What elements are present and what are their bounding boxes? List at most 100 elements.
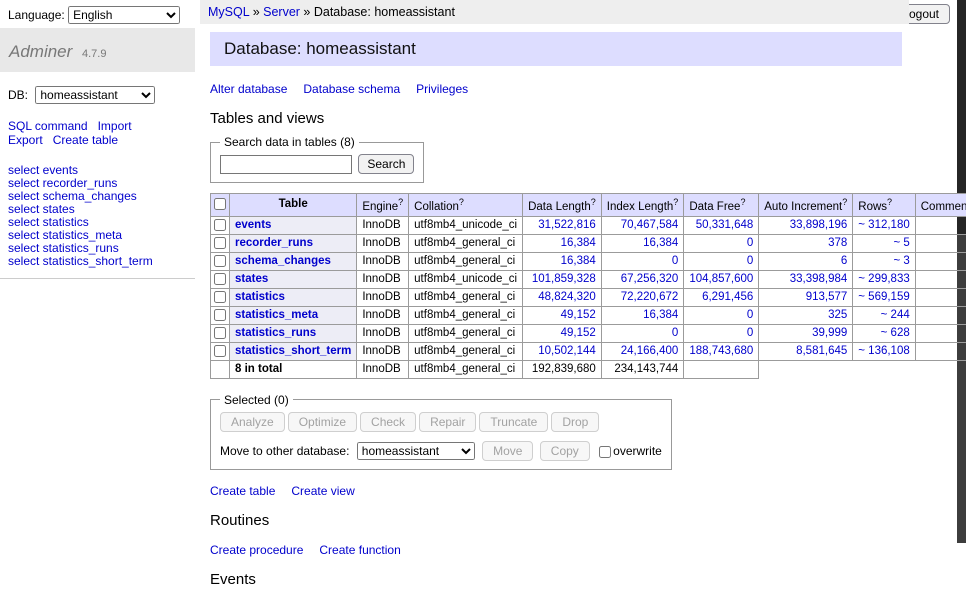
data-length-link[interactable]: 16,384 bbox=[561, 237, 596, 249]
row-checkbox[interactable] bbox=[214, 327, 226, 339]
row-checkbox[interactable] bbox=[214, 255, 226, 267]
engine-cell: InnoDB bbox=[357, 234, 409, 252]
column-header: Data Length? bbox=[523, 194, 602, 217]
table-name-link[interactable]: states bbox=[235, 273, 268, 285]
data-free-link[interactable]: 104,857,600 bbox=[689, 273, 753, 285]
data-free-link[interactable]: 188,743,680 bbox=[689, 345, 753, 357]
row-checkbox[interactable] bbox=[214, 291, 226, 303]
data-free-link[interactable]: 50,331,648 bbox=[696, 219, 754, 231]
index-length-link[interactable]: 16,384 bbox=[643, 309, 678, 321]
select-all-checkbox[interactable] bbox=[214, 198, 226, 210]
search-input[interactable] bbox=[220, 155, 352, 174]
check-button[interactable]: Check bbox=[360, 412, 416, 432]
rows-link[interactable]: ~ 3 bbox=[893, 255, 909, 267]
routine-link[interactable]: Create procedure bbox=[210, 543, 303, 557]
table-name-cell: statistics_short_term bbox=[230, 342, 357, 360]
data-free-link[interactable]: 0 bbox=[747, 237, 753, 249]
index-length-link[interactable]: 67,256,320 bbox=[621, 273, 679, 285]
breadcrumb-item[interactable]: MySQL bbox=[208, 5, 249, 19]
sidebar-link[interactable]: Create table bbox=[53, 133, 118, 147]
db-select[interactable]: homeassistant bbox=[35, 86, 155, 104]
rows-link[interactable]: ~ 136,108 bbox=[858, 345, 909, 357]
help-icon[interactable]: ? bbox=[887, 197, 892, 207]
routine-link[interactable]: Create function bbox=[319, 543, 400, 557]
auto-increment-link[interactable]: 913,577 bbox=[806, 291, 848, 303]
auto-increment-link[interactable]: 325 bbox=[828, 309, 847, 321]
optimize-button[interactable]: Optimize bbox=[288, 412, 357, 432]
rows-link[interactable]: ~ 244 bbox=[881, 309, 910, 321]
auto-increment-link[interactable]: 8,581,645 bbox=[796, 345, 847, 357]
sidebar-table-link[interactable]: select statistics_short_term bbox=[8, 255, 187, 268]
table-name-link[interactable]: statistics bbox=[235, 291, 285, 303]
search-button[interactable]: Search bbox=[358, 154, 414, 174]
index-length-link[interactable]: 72,220,672 bbox=[621, 291, 679, 303]
table-name-link[interactable]: statistics_runs bbox=[235, 327, 316, 339]
sidebar-divider bbox=[0, 278, 195, 279]
auto-increment-link[interactable]: 33,398,984 bbox=[790, 273, 848, 285]
index-length-link[interactable]: 70,467,584 bbox=[621, 219, 679, 231]
help-icon[interactable]: ? bbox=[459, 197, 464, 207]
table-name-link[interactable]: events bbox=[235, 219, 271, 231]
overwrite-checkbox[interactable] bbox=[599, 446, 611, 458]
table-name-link[interactable]: schema_changes bbox=[235, 255, 331, 267]
db-action-link[interactable]: Alter database bbox=[210, 82, 287, 96]
index-length-link[interactable]: 16,384 bbox=[643, 237, 678, 249]
data-free-link[interactable]: 0 bbox=[747, 309, 753, 321]
repair-button[interactable]: Repair bbox=[419, 412, 476, 432]
engine-cell: InnoDB bbox=[357, 342, 409, 360]
move-button[interactable]: Move bbox=[482, 441, 533, 461]
app-name[interactable]: Adminer bbox=[9, 42, 72, 61]
data-length-link[interactable]: 101,859,328 bbox=[532, 273, 596, 285]
breadcrumb-item[interactable]: Server bbox=[263, 5, 300, 19]
data-length-link[interactable]: 49,152 bbox=[561, 327, 596, 339]
data-free-link[interactable]: 0 bbox=[747, 327, 753, 339]
move-db-select[interactable]: homeassistant bbox=[357, 442, 475, 460]
data-free-link[interactable]: 6,291,456 bbox=[702, 291, 753, 303]
index-length-link[interactable]: 0 bbox=[672, 327, 678, 339]
auto-increment-link[interactable]: 39,999 bbox=[812, 327, 847, 339]
table-name-link[interactable]: statistics_short_term bbox=[235, 345, 351, 357]
sidebar-link[interactable]: SQL command bbox=[8, 119, 88, 133]
rows-link[interactable]: ~ 5 bbox=[893, 237, 909, 249]
table-name-link[interactable]: recorder_runs bbox=[235, 237, 313, 249]
truncate-button[interactable]: Truncate bbox=[479, 412, 548, 432]
help-icon[interactable]: ? bbox=[673, 197, 678, 207]
create-link[interactable]: Create view bbox=[291, 484, 354, 498]
auto-increment-link[interactable]: 33,898,196 bbox=[790, 219, 848, 231]
help-icon[interactable]: ? bbox=[842, 197, 847, 207]
auto-increment-link[interactable]: 6 bbox=[841, 255, 847, 267]
db-action-link[interactable]: Database schema bbox=[303, 82, 400, 96]
rows-link[interactable]: ~ 312,180 bbox=[858, 219, 909, 231]
row-checkbox[interactable] bbox=[214, 237, 226, 249]
data-length-link[interactable]: 48,824,320 bbox=[538, 291, 596, 303]
db-action-link[interactable]: Privileges bbox=[416, 82, 468, 96]
data-length-link[interactable]: 31,522,816 bbox=[538, 219, 596, 231]
data-length-link[interactable]: 16,384 bbox=[561, 255, 596, 267]
sidebar-link[interactable]: Import bbox=[98, 119, 132, 133]
analyze-button[interactable]: Analyze bbox=[220, 412, 285, 432]
copy-button[interactable]: Copy bbox=[540, 441, 590, 461]
help-icon[interactable]: ? bbox=[740, 197, 745, 207]
rows-link[interactable]: ~ 569,159 bbox=[858, 291, 909, 303]
sidebar-link[interactable]: Export bbox=[8, 133, 43, 147]
index-length-link[interactable]: 0 bbox=[672, 255, 678, 267]
row-checkbox[interactable] bbox=[214, 309, 226, 321]
data-length-link[interactable]: 10,502,144 bbox=[538, 345, 596, 357]
index-length-link[interactable]: 24,166,400 bbox=[621, 345, 679, 357]
row-checkbox[interactable] bbox=[214, 345, 226, 357]
data-length-link[interactable]: 49,152 bbox=[561, 309, 596, 321]
help-icon[interactable]: ? bbox=[398, 197, 403, 207]
language-select[interactable]: English bbox=[68, 6, 180, 24]
page-title: Database: homeassistant bbox=[210, 32, 902, 66]
create-link[interactable]: Create table bbox=[210, 484, 275, 498]
row-checkbox[interactable] bbox=[214, 273, 226, 285]
row-checkbox[interactable] bbox=[214, 219, 226, 231]
comment-cell bbox=[915, 342, 966, 360]
table-name-link[interactable]: statistics_meta bbox=[235, 309, 318, 321]
data-free-link[interactable]: 0 bbox=[747, 255, 753, 267]
help-icon[interactable]: ? bbox=[591, 197, 596, 207]
rows-link[interactable]: ~ 628 bbox=[881, 327, 910, 339]
rows-link[interactable]: ~ 299,833 bbox=[858, 273, 909, 285]
auto-increment-link[interactable]: 378 bbox=[828, 237, 847, 249]
drop-button[interactable]: Drop bbox=[551, 412, 599, 432]
